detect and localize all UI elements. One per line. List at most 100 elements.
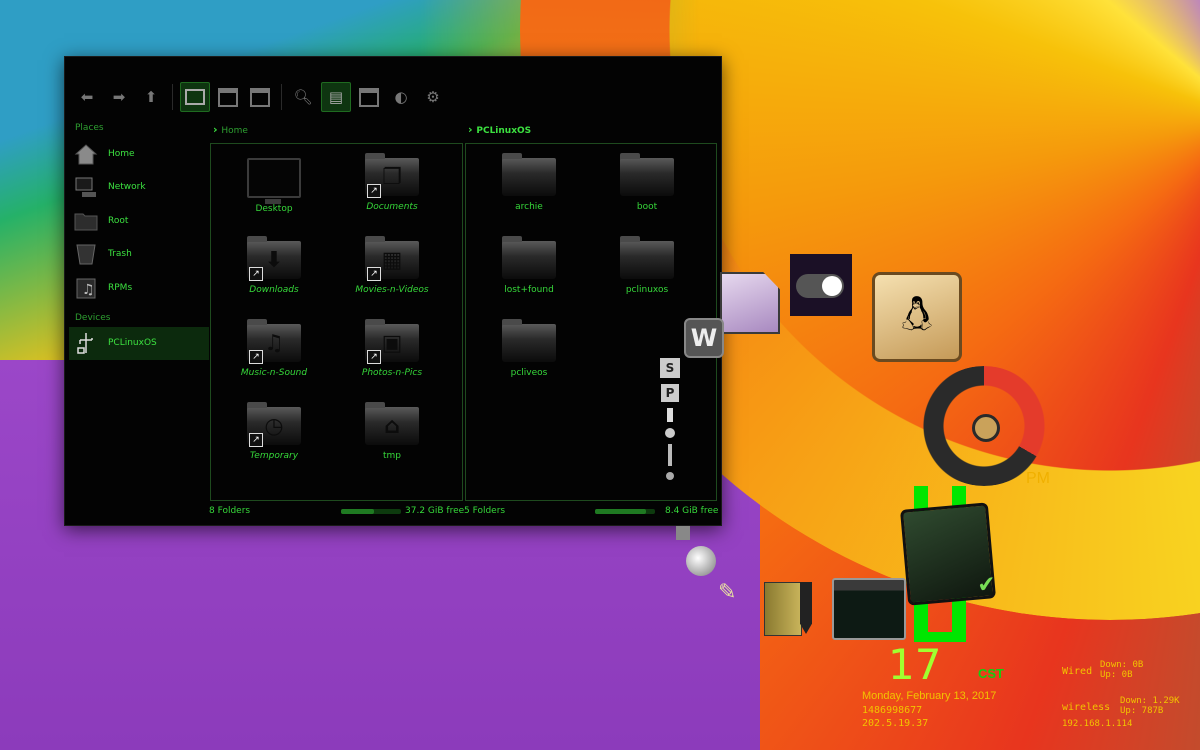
file-item[interactable]: boot [588,146,706,226]
folder-icon: ❐ ↗ [365,153,419,198]
breadcrumb-home[interactable]: Home [213,123,248,136]
file-manager-window: ⬅ ➡ ⬆ 🔍︎ ▤ ◐ ⚙ Places Home Network Root … [64,56,722,526]
file-item[interactable]: ◷ ↗ Temporary [215,395,333,475]
shortcut-arrow-icon: ↗ [249,433,263,447]
sidebar: Places Home Network Root Trash ♫ RPMs De… [69,121,209,360]
folder-icon: ⬇ ↗ [247,236,301,281]
breadcrumb-pclinuxos[interactable]: PCLinuxOS [468,123,531,136]
shortcut-arrow-icon: ↗ [249,350,263,364]
wired-down: Down: 0B [1100,660,1144,670]
folder-icon: ♫ ↗ [247,319,301,364]
shortcut-arrow-icon: ↗ [367,267,381,281]
folder-icon: ◷ ↗ [247,402,301,447]
split-view-icon[interactable] [355,83,383,111]
presentation-icon[interactable]: P [661,384,679,402]
wired-label: Wired [1062,666,1093,677]
public-ip: 202.5.19.37 [862,718,929,729]
left-usage-bar [341,509,401,514]
sidebar-item-home[interactable]: Home [73,137,205,171]
file-item[interactable]: ♫ ↗ Music-n-Sound [215,312,333,392]
search-icon[interactable]: 🔍︎ [289,83,317,111]
forward-icon[interactable]: ➡ [105,83,133,111]
sidebar-item-pclinuxos[interactable]: PCLinuxOS [69,326,209,360]
folder-icon [620,153,674,196]
file-item[interactable]: ▣ ↗ Photos-n-Pics [333,312,451,392]
monitor-icon [247,158,301,204]
tux-penguin-icon[interactable]: 🐧︎ [872,272,962,362]
sidebar-item-trash[interactable]: Trash [73,238,205,272]
icon-view-icon[interactable] [180,82,210,112]
file-item[interactable]: archie [470,146,588,226]
sidebar-item-label: Root [108,215,129,226]
svg-text:♫: ♫ [82,282,95,298]
sidebar-item-network[interactable]: Network [73,171,205,205]
file-item[interactable]: ⬇ ↗ Downloads [215,229,333,309]
settings-icon[interactable]: ⚙ [419,83,447,111]
slides-icon[interactable]: S [660,358,680,378]
bottle-icon[interactable] [667,408,673,422]
file-name: Movies-n-Videos [355,285,429,295]
sidebar-item-root[interactable]: Root [73,204,205,238]
file-name: Temporary [249,451,299,461]
pencil-icon[interactable] [800,582,812,634]
folder-icon: ▦ ↗ [365,236,419,281]
toggle-switch-icon[interactable] [790,254,852,316]
file-item[interactable]: ▦ ↗ Movies-n-Videos [333,229,451,309]
file-name: Downloads [249,285,299,295]
file-name: pcliveos [510,368,548,378]
sidebar-item-label: Trash [108,249,132,260]
network-icon [73,175,99,199]
sidebar-item-label: RPMs [108,282,133,293]
clock-hour: 17 [888,640,942,689]
file-item[interactable]: pclinuxos [588,229,706,309]
notebook-icon[interactable] [764,582,802,636]
wireless-ip: 192.168.1.114 [1062,719,1133,729]
wireless-down: Down: 1.29K [1120,696,1180,706]
folder-icon [502,319,556,362]
sidebar-item-label: Network [108,182,146,193]
file-item[interactable]: ⌂ tmp [333,395,451,475]
home-icon [73,142,99,166]
toolbar: ⬅ ➡ ⬆ 🔍︎ ▤ ◐ ⚙ [73,81,447,113]
file-name: Photos-n-Pics [361,368,423,378]
file-name: lost+found [504,285,554,295]
file-item[interactable]: lost+found [470,229,588,309]
clock-date: Monday, February 13, 2017 [862,690,997,702]
file-name: pclinuxos [625,285,669,295]
small-dot-icon [666,472,674,480]
mini-dock: S P [652,358,688,480]
show-hidden-icon[interactable]: ◐ [387,83,415,111]
photo-folder-icon[interactable] [899,502,997,606]
pen-icon[interactable]: ✎ [718,580,736,605]
list-view-icon[interactable] [214,83,242,111]
divider-icon [668,444,672,466]
right-usage-bar [595,509,655,514]
clock-epoch: 1486998677 [862,705,923,716]
terminal-icon[interactable] [832,578,906,640]
right-status: 5 Folders [464,506,506,516]
file-item[interactable]: Desktop [215,146,333,226]
music-folder-icon: ♫ [73,276,99,300]
libreoffice-doc-icon[interactable] [720,272,780,334]
folder-icon [502,236,556,279]
up-icon[interactable]: ⬆ [137,83,165,111]
preview-icon[interactable]: ▤ [321,82,351,112]
sidebar-item-rpms[interactable]: ♫ RPMs [73,271,205,305]
back-icon[interactable]: ⬅ [73,83,101,111]
wps-writer-icon[interactable]: W [684,318,724,358]
file-item[interactable]: ❐ ↗ Documents [333,146,451,226]
file-name: tmp [382,451,401,461]
right-free-space: 8.4 GiB free [665,506,719,516]
folder-icon [502,153,556,196]
system-ball-icon[interactable] [686,546,716,576]
file-name: Desktop [255,204,293,214]
wireless-label: wireless [1062,702,1111,713]
wireless-up: Up: 787B [1120,706,1164,716]
package-icon[interactable] [676,526,690,540]
compact-view-icon[interactable] [246,83,274,111]
clock-center-icon [972,414,1000,442]
dot-icon[interactable] [665,428,675,438]
left-status: 8 Folders [209,506,251,516]
file-item[interactable]: pcliveos [470,312,588,392]
folder-icon [73,209,99,233]
